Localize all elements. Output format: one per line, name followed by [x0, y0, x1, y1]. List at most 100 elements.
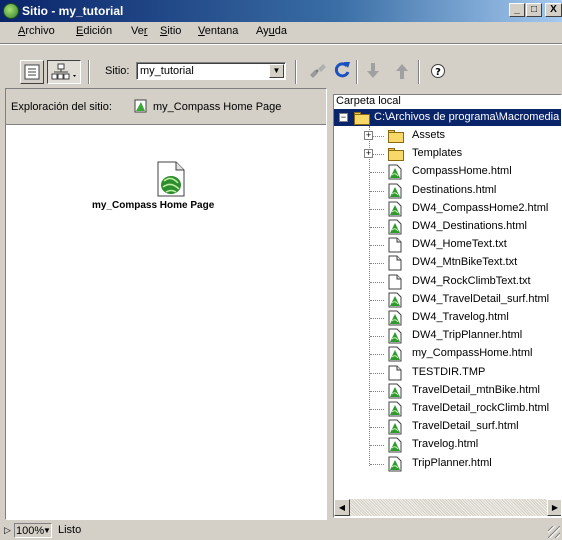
horizontal-scrollbar[interactable]: ◀ ▶: [334, 499, 561, 516]
file-name: TravelDetail_rockClimb.html: [412, 402, 550, 414]
file-row[interactable]: DW4_MtnBikeText.txt: [334, 254, 561, 272]
tree-line: [370, 354, 384, 356]
site-dropdown[interactable]: my_tutorial ▼: [136, 62, 286, 80]
window-title: Sitio - my_tutorial: [22, 4, 124, 18]
folder-row[interactable]: + Templates: [334, 145, 561, 164]
file-row[interactable]: TravelDetail_surf.html: [334, 418, 561, 436]
connect-icon: [310, 64, 326, 78]
site-map-button[interactable]: [47, 60, 81, 84]
dreamweaver-app-icon: [3, 3, 19, 19]
file-name: DW4_TravelDetail_surf.html: [412, 292, 550, 305]
resize-grip[interactable]: [548, 526, 560, 538]
menu-ventana[interactable]: Ventana: [198, 25, 238, 37]
file-row[interactable]: DW4_TripPlanner.html: [334, 327, 561, 345]
file-row[interactable]: DW4_Destinations.html: [334, 218, 561, 236]
menu-ayuda[interactable]: Ayuda: [256, 25, 287, 37]
home-page-name[interactable]: my_Compass Home Page: [153, 101, 281, 113]
folder-name: Assets: [412, 129, 446, 141]
tree-line: [370, 208, 384, 210]
refresh-icon: [334, 62, 350, 78]
menu-edicion[interactable]: Edición: [76, 25, 112, 37]
expand-arrow-icon[interactable]: ▷: [4, 525, 11, 536]
html-file-icon: [388, 383, 402, 399]
tree-line: [370, 263, 384, 265]
maximize-button[interactable]: □: [526, 3, 542, 17]
file-name: DW4_TripPlanner.html: [412, 329, 523, 342]
help-button[interactable]: ?: [430, 63, 446, 82]
tree-line: [370, 336, 384, 338]
zoom-dropdown[interactable]: 100% ▼: [14, 523, 52, 538]
tree-line: [370, 190, 384, 192]
html-file-icon: [388, 401, 402, 417]
expand-icon[interactable]: +: [364, 149, 373, 159]
chevron-down-icon[interactable]: ▼: [269, 64, 284, 78]
file-row[interactable]: DW4_TravelDetail_surf.html: [334, 291, 561, 309]
text-file-icon: [388, 274, 402, 290]
collapse-icon[interactable]: −: [339, 113, 348, 122]
html-file-icon: [388, 292, 402, 308]
file-name: DW4_CompassHome2.html: [412, 201, 549, 214]
refresh-button[interactable]: [333, 60, 351, 83]
home-page-node-label[interactable]: my_Compass Home Page: [92, 200, 214, 211]
file-name: CompassHome.html: [412, 165, 512, 178]
tree-line: [370, 390, 384, 392]
menu-sitio[interactable]: Sitio: [160, 25, 181, 37]
file-row[interactable]: TESTDIR.TMP: [334, 364, 561, 382]
status-text: Listo: [58, 524, 82, 536]
minimize-button[interactable]: _: [509, 3, 525, 17]
get-button[interactable]: [366, 62, 380, 83]
help-icon: ?: [431, 64, 445, 78]
html-file-icon: [388, 164, 402, 180]
html-file-icon: [388, 219, 402, 235]
tree-line: [370, 299, 384, 301]
file-name: TravelDetail_mtnBike.html: [412, 383, 540, 396]
file-row[interactable]: Destinations.html: [334, 182, 561, 200]
html-file-icon: [388, 346, 402, 362]
home-page-node-icon[interactable]: [156, 161, 186, 197]
folder-icon: [388, 130, 404, 146]
file-name: TripPlanner.html: [412, 456, 492, 469]
site-map-header: Exploración del sitio: my_Compass Home P…: [6, 89, 326, 125]
toolbar-divider: [418, 60, 420, 84]
scroll-right-button[interactable]: ▶: [547, 499, 561, 516]
file-name: TESTDIR.TMP: [412, 365, 486, 378]
toolbar-divider: [356, 60, 358, 84]
file-row[interactable]: CompassHome.html: [334, 163, 561, 181]
file-row[interactable]: DW4_HomeText.txt: [334, 236, 561, 254]
file-row[interactable]: DW4_RockClimbText.txt: [334, 273, 561, 291]
file-row[interactable]: TravelDetail_mtnBike.html: [334, 382, 561, 400]
html-file-icon: [388, 328, 402, 344]
tree-line: [370, 245, 384, 247]
file-name: Destinations.html: [412, 183, 497, 196]
file-row[interactable]: DW4_CompassHome2.html: [334, 200, 561, 218]
expand-icon[interactable]: +: [364, 131, 373, 140]
connect-button[interactable]: [307, 62, 329, 84]
close-button[interactable]: X: [545, 3, 562, 17]
put-arrow-up-icon: [396, 64, 408, 79]
folder-row[interactable]: + Assets: [334, 127, 561, 146]
folder-icon: [388, 148, 404, 164]
html-file-icon: [388, 437, 402, 453]
site-files-button[interactable]: [20, 60, 44, 84]
file-row[interactable]: my_CompassHome.html: [334, 345, 561, 363]
menu-archivo[interactable]: Archivo: [18, 25, 55, 37]
scroll-left-button[interactable]: ◀: [334, 499, 350, 516]
text-file-icon: [388, 237, 402, 253]
root-folder-row[interactable]: − C:\Archivos de programa\Macromedia: [334, 109, 561, 126]
file-row[interactable]: TripPlanner.html: [334, 455, 561, 473]
put-button[interactable]: [395, 62, 409, 83]
title-bar[interactable]: Sitio - my_tutorial _ □ X: [0, 0, 562, 22]
text-file-icon: [388, 365, 402, 381]
html-file-icon: [388, 201, 402, 217]
file-row[interactable]: TravelDetail_rockClimb.html: [334, 400, 561, 418]
toolbar-divider: [88, 60, 90, 84]
tree-line: [370, 227, 384, 228]
file-row[interactable]: Travelog.html: [334, 436, 561, 454]
file-name: TravelDetail_surf.html: [412, 420, 519, 433]
menu-ver[interactable]: Ver: [131, 25, 148, 37]
tree-line: [370, 318, 384, 319]
file-name: my_CompassHome.html: [412, 347, 533, 360]
svg-text:?: ?: [435, 67, 441, 78]
file-row[interactable]: DW4_Travelog.html: [334, 309, 561, 327]
local-folder-panel: Carpeta local − C:\Archivos de programa\…: [333, 94, 562, 518]
